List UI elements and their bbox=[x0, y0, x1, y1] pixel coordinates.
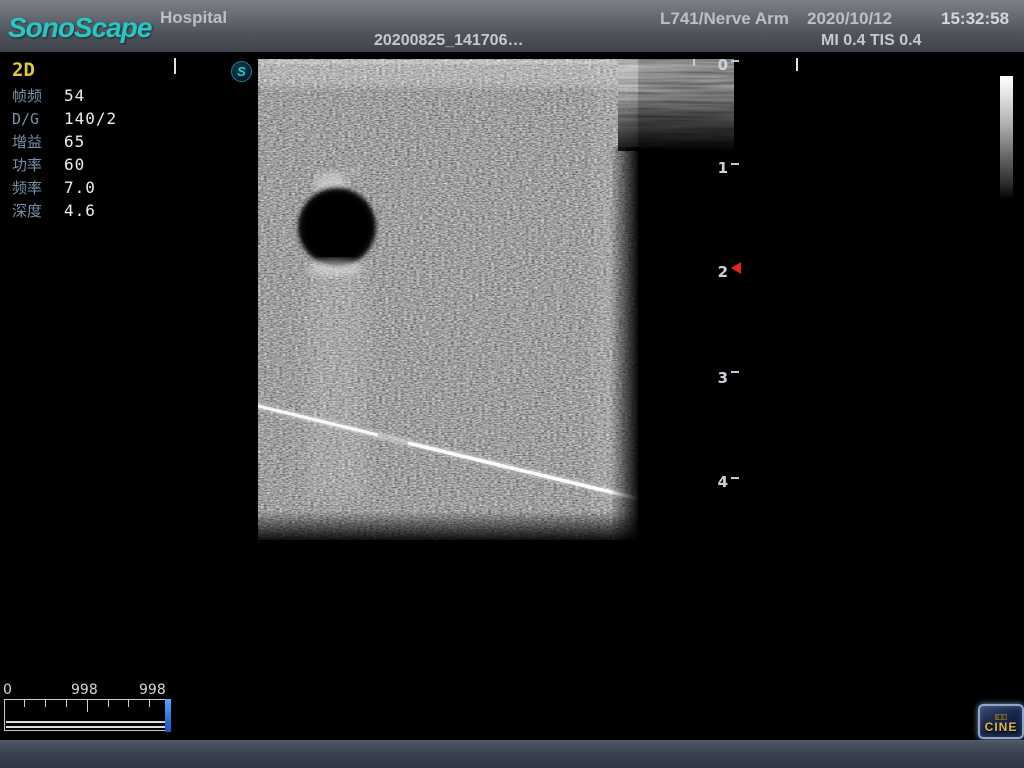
param-row-power: 功率 60 bbox=[12, 153, 172, 176]
cine-scrubber[interactable] bbox=[4, 699, 171, 731]
mode-label: 2D bbox=[12, 59, 35, 81]
param-value: 4.6 bbox=[64, 201, 96, 220]
cine-track-line bbox=[6, 721, 169, 723]
grayscale-bar bbox=[1000, 76, 1013, 200]
taskbar: × bbox=[0, 740, 1024, 768]
cine-track-line bbox=[6, 726, 169, 728]
depth-tick bbox=[731, 371, 739, 373]
probe-preset: L741/Nerve Arm bbox=[660, 9, 789, 29]
lateral-tick bbox=[382, 59, 384, 66]
cine-tick bbox=[108, 700, 109, 707]
param-value: 65 bbox=[64, 132, 85, 151]
depth-label: 0 bbox=[706, 56, 728, 74]
system-date: 2020/10/12 bbox=[807, 9, 892, 29]
top-status-bar: SonoScape Hospital 20200825_141706… L741… bbox=[0, 0, 1024, 52]
param-row-dynamic-range: D/G 140/2 bbox=[12, 107, 172, 130]
ultrasound-screen: SonoScape Hospital 20200825_141706… L741… bbox=[0, 0, 1024, 768]
cine-tick-mid bbox=[87, 700, 88, 712]
cine-button-label: CINE bbox=[985, 721, 1018, 734]
cine-frame-numbers: 0 998 998 bbox=[0, 682, 180, 698]
lateral-tick bbox=[589, 59, 591, 66]
depth-tick bbox=[731, 60, 739, 62]
depth-tick bbox=[731, 163, 739, 165]
cine-tick bbox=[128, 700, 129, 707]
annotation-cursor bbox=[174, 58, 176, 74]
depth-label: 4 bbox=[706, 473, 728, 491]
exam-id: 20200825_141706… bbox=[374, 32, 523, 50]
cine-current-frame: 998 bbox=[71, 682, 98, 698]
cine-tick bbox=[24, 700, 25, 707]
cine-button[interactable]: CINE bbox=[978, 704, 1024, 739]
depth-label: 1 bbox=[706, 159, 728, 177]
parameter-panel: 帧频 54 D/G 140/2 增益 65 功率 60 频率 7.0 深度 4.… bbox=[12, 84, 172, 222]
param-label: 频率 bbox=[12, 177, 64, 198]
cine-tick bbox=[66, 700, 67, 707]
depth-label: 2 bbox=[706, 263, 728, 281]
param-label: 深度 bbox=[12, 200, 64, 221]
param-label: 增益 bbox=[12, 131, 64, 152]
focus-arrow-icon[interactable] bbox=[731, 262, 741, 274]
lateral-tick bbox=[693, 59, 695, 66]
param-value: 7.0 bbox=[64, 178, 96, 197]
param-value: 140/2 bbox=[64, 109, 117, 128]
param-row-gain: 增益 65 bbox=[12, 130, 172, 153]
mi-tis-indices: MI 0.4 TIS 0.4 bbox=[821, 32, 921, 50]
probe-orientation-tick bbox=[796, 58, 798, 71]
param-row-depth: 深度 4.6 bbox=[12, 199, 172, 222]
param-row-frequency: 频率 7.0 bbox=[12, 176, 172, 199]
ultrasound-image bbox=[258, 59, 734, 540]
param-row-framerate: 帧频 54 bbox=[12, 84, 172, 107]
film-icon bbox=[995, 714, 1007, 720]
cine-tick bbox=[149, 700, 150, 707]
cine-total-frames: 998 bbox=[139, 682, 166, 698]
system-time: 15:32:58 bbox=[941, 9, 1009, 29]
cine-start-frame: 0 bbox=[3, 682, 12, 698]
lateral-tick bbox=[486, 59, 488, 66]
cine-tick bbox=[45, 700, 46, 707]
param-value: 60 bbox=[64, 155, 85, 174]
sonoscape-logo: SonoScape bbox=[8, 12, 151, 44]
cine-playhead[interactable] bbox=[165, 699, 171, 732]
depth-label: 3 bbox=[706, 369, 728, 387]
lateral-tick bbox=[278, 59, 280, 66]
param-label: D/G bbox=[12, 110, 64, 128]
s-icon: S bbox=[231, 61, 252, 82]
param-label: 帧频 bbox=[12, 85, 64, 106]
depth-tick bbox=[731, 477, 739, 479]
param-value: 54 bbox=[64, 86, 85, 105]
param-label: 功率 bbox=[12, 154, 64, 175]
hospital-name: Hospital bbox=[160, 8, 227, 28]
